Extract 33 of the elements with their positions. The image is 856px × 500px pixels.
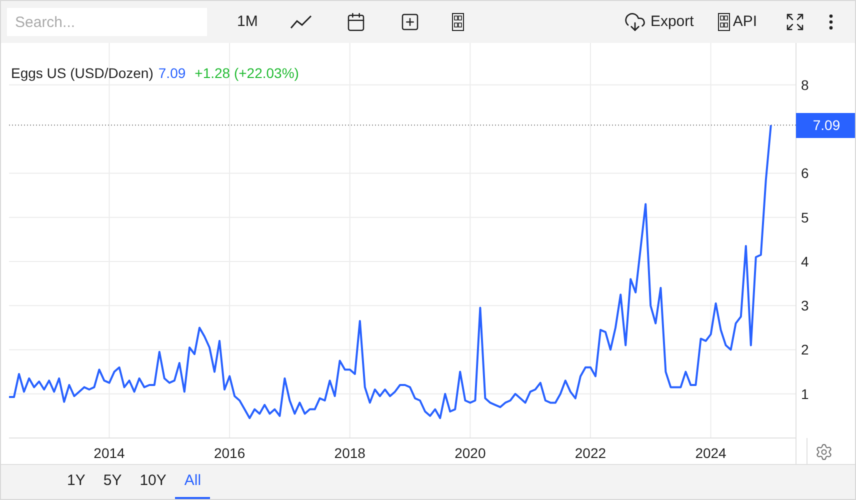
range-tab[interactable]: 10Y [130,465,176,499]
x-axis-label: 2020 [454,445,486,461]
range-tab[interactable]: 5Y [94,465,131,499]
price-tag: 7.09 [796,113,855,138]
y-axis-label: 1 [801,386,809,402]
api-button[interactable]: API [718,10,757,34]
last-value: 7.09 [158,64,186,83]
y-axis-label: 3 [801,298,809,314]
settings-icon[interactable] [815,443,833,461]
y-axis-label: 2 [801,342,809,358]
calendar-icon[interactable] [346,12,366,32]
x-axis-label: 2014 [94,445,125,461]
cloud-download-icon [624,11,646,33]
line-chart-icon[interactable] [290,15,312,29]
export-button[interactable]: Export [624,10,694,34]
y-axis-label: 8 [801,76,809,93]
y-axis-label: 6 [801,165,809,182]
y-axis-label: 4 [801,253,809,270]
x-axis-label: 2018 [334,445,366,461]
x-axis-label: 2024 [695,445,726,461]
code-grid-icon [718,13,730,31]
range-tab[interactable]: All [175,465,210,499]
code-grid-icon [452,13,464,31]
y-axis-label: 5 [801,209,809,226]
fullscreen-icon[interactable] [785,12,805,32]
plus-square-icon[interactable] [400,12,420,32]
interval-button[interactable]: 1M [235,10,260,34]
range-tab[interactable]: 1Y [58,465,94,499]
series-name: Eggs US (USD/Dozen) [11,64,154,83]
x-axis-label: 2016 [214,445,246,461]
price-change: +1.28 (+22.03%) [194,64,299,83]
search-field[interactable]: Search... [7,8,207,36]
x-axis-label: 2022 [574,445,606,461]
